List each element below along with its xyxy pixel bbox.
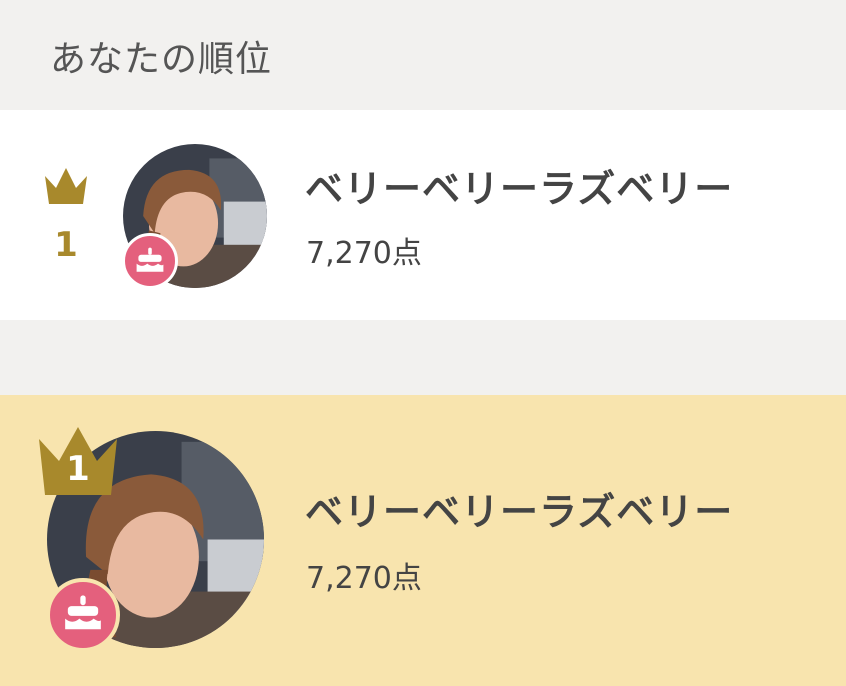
crown-icon: 1 <box>37 425 119 497</box>
rank-number: 1 <box>66 449 90 489</box>
cake-icon <box>46 578 120 652</box>
my-rank-row[interactable]: 1 ベリーベリーラズベリー 7,270点 <box>0 110 846 320</box>
section-title: あなたの順位 <box>50 39 273 80</box>
crown-icon <box>45 168 87 204</box>
section-divider <box>0 320 846 395</box>
user-score: 7,270点 <box>306 561 422 596</box>
rank-number: 1 <box>54 225 78 265</box>
user-name[interactable]: ベリーベリーラズベリー <box>305 158 733 213</box>
user-score: 7,270点 <box>306 236 422 271</box>
ranking-row[interactable]: 1 ベリーベリーラズベリー 7,270点 <box>0 395 846 686</box>
cake-icon <box>122 233 178 289</box>
user-name[interactable]: ベリーベリーラズベリー <box>305 481 733 536</box>
section-header: あなたの順位 <box>0 0 846 110</box>
